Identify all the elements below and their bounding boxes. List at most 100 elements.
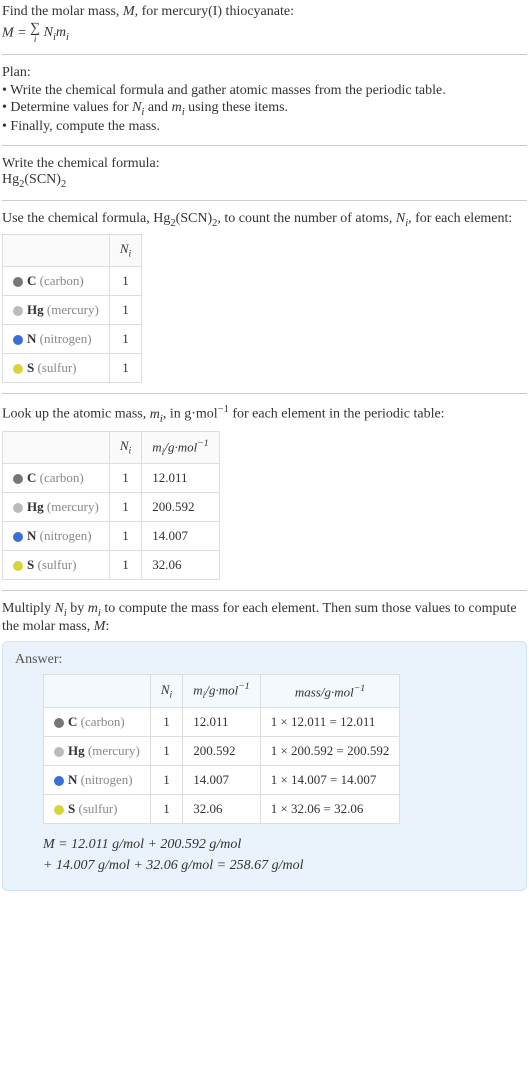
table-row: S (sulfur)132.061 × 32.06 = 32.06 [44, 795, 400, 824]
table-row: S (sulfur)1 [3, 354, 142, 383]
n-value: 1 [109, 551, 141, 580]
element-cell: Hg (mercury) [44, 737, 151, 766]
lookup-block: Look up the atomic mass, mi, in g·mol−1 … [2, 404, 527, 580]
ans-ni-hdr: Ni [150, 675, 182, 708]
element-swatch-icon [13, 503, 23, 513]
table-row: N (nitrogen)114.0071 × 14.007 = 14.007 [44, 766, 400, 795]
answer-table: Ni mi/g·mol−1 mass/g·mol−1 C (carbon)112… [43, 674, 400, 824]
plan-block: Plan: • Write the chemical formula and g… [2, 65, 527, 135]
final-sum: M = 12.011 g/mol + 200.592 g/mol + 14.00… [43, 834, 514, 876]
n-value: 1 [150, 737, 182, 766]
element-swatch-icon [13, 277, 23, 287]
element-swatch-icon [13, 306, 23, 316]
molar-mass-formula: M = ∑ i Nimi [2, 22, 527, 44]
element-symbol: C [27, 273, 36, 288]
n-value: 1 [109, 296, 141, 325]
n-table: Ni C (carbon)1Hg (mercury)1N (nitrogen)1… [2, 234, 142, 383]
element-symbol: S [27, 360, 34, 375]
m-value: 12.011 [142, 464, 219, 493]
element-swatch-icon [54, 718, 64, 728]
n-value: 1 [109, 464, 141, 493]
element-symbol: Hg [68, 743, 85, 758]
ans-blank-hdr [44, 675, 151, 708]
sigma-icon: ∑ i [30, 22, 40, 44]
n-value: 1 [150, 795, 182, 824]
answer-label: Answer: [15, 652, 514, 668]
element-cell: N (nitrogen) [3, 325, 110, 354]
divider [2, 145, 527, 146]
m-value: 12.011 [183, 708, 260, 737]
n-value: 1 [109, 522, 141, 551]
table-row: C (carbon)112.011 [3, 464, 220, 493]
table-row: N (nitrogen)114.007 [3, 522, 220, 551]
plan-b1: • Write the chemical formula and gather … [2, 83, 527, 99]
table-row: Hg (mercury)1200.592 [3, 493, 220, 522]
element-cell: S (sulfur) [3, 354, 110, 383]
element-name: (carbon) [81, 714, 125, 729]
element-symbol: Hg [27, 499, 44, 514]
intro-text-1: Find the molar mass, [2, 4, 123, 19]
Nimi: Nimi [44, 25, 69, 40]
m-value: 200.592 [183, 737, 260, 766]
n-value: 1 [109, 267, 141, 296]
element-swatch-icon [54, 776, 64, 786]
n-value: 1 [109, 325, 141, 354]
element-symbol: S [68, 801, 75, 816]
n-value: 1 [109, 493, 141, 522]
element-name: (nitrogen) [40, 528, 92, 543]
lookup-text: Look up the atomic mass, mi, in g·mol−1 … [2, 404, 527, 424]
element-name: (mercury) [47, 302, 99, 317]
element-cell: Hg (mercury) [3, 493, 110, 522]
m-value: 14.007 [142, 522, 219, 551]
intro-text-2: , for mercury(I) thiocyanate: [135, 4, 294, 19]
mass-value: 1 × 14.007 = 14.007 [260, 766, 400, 795]
divider [2, 200, 527, 201]
element-cell: N (nitrogen) [44, 766, 151, 795]
element-name: (nitrogen) [81, 772, 133, 787]
element-swatch-icon [13, 364, 23, 374]
formula-M: M [2, 25, 14, 40]
element-swatch-icon [13, 474, 23, 484]
n-table-ni-hdr: Ni [109, 235, 141, 267]
answer-box: Answer: Ni mi/g·mol−1 mass/g·mol−1 C (ca… [2, 641, 527, 891]
m-value: 200.592 [142, 493, 219, 522]
plan-title: Plan: [2, 65, 527, 81]
element-name: (nitrogen) [40, 331, 92, 346]
element-swatch-icon [13, 335, 23, 345]
element-name: (sulfur) [37, 557, 76, 572]
element-symbol: N [68, 772, 77, 787]
table-row: N (nitrogen)1 [3, 325, 142, 354]
mass-value: 1 × 32.06 = 32.06 [260, 795, 400, 824]
m-value: 32.06 [183, 795, 260, 824]
divider [2, 590, 527, 591]
mass-value: 1 × 200.592 = 200.592 [260, 737, 400, 766]
table-row: Hg (mercury)1200.5921 × 200.592 = 200.59… [44, 737, 400, 766]
divider [2, 54, 527, 55]
m-value: 14.007 [183, 766, 260, 795]
final-line-1: M = 12.011 g/mol + 200.592 g/mol [43, 834, 514, 855]
m-table: Ni mi/g·mol−1 C (carbon)112.011Hg (mercu… [2, 431, 220, 581]
chemical-formula: Hg2(SCN)2 [2, 172, 527, 190]
element-cell: N (nitrogen) [3, 522, 110, 551]
write-formula-block: Write the chemical formula: Hg2(SCN)2 [2, 156, 527, 190]
m-table-ni-hdr: Ni [109, 431, 141, 464]
answer-inner: Ni mi/g·mol−1 mass/g·mol−1 C (carbon)112… [15, 674, 514, 876]
n-value: 1 [150, 766, 182, 795]
multiply-text: Multiply Ni by mi to compute the mass fo… [2, 601, 527, 635]
final-line-2: + 14.007 g/mol + 32.06 g/mol = 258.67 g/… [43, 855, 514, 876]
write-formula-title: Write the chemical formula: [2, 156, 527, 172]
element-symbol: C [68, 714, 77, 729]
plan-bullets: • Write the chemical formula and gather … [2, 83, 527, 135]
table-row: C (carbon)1 [3, 267, 142, 296]
element-swatch-icon [13, 532, 23, 542]
ans-mass-hdr: mass/g·mol−1 [260, 675, 400, 708]
sym-M: M [123, 4, 135, 19]
element-symbol: Hg [27, 302, 44, 317]
element-symbol: C [27, 470, 36, 485]
intro-block: Find the molar mass, M, for mercury(I) t… [2, 4, 527, 44]
element-symbol: S [27, 557, 34, 572]
element-cell: C (carbon) [44, 708, 151, 737]
count-n-block: Use the chemical formula, Hg2(SCN)2, to … [2, 211, 527, 383]
n-value: 1 [150, 708, 182, 737]
element-symbol: N [27, 528, 36, 543]
